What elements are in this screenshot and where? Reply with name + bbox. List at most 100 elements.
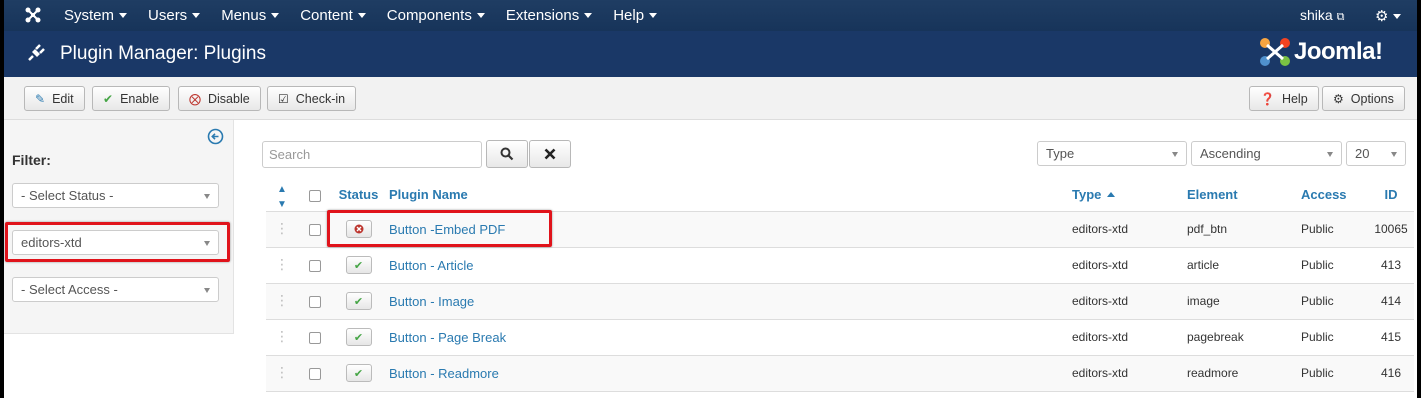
menu-content[interactable]: Content bbox=[300, 7, 366, 24]
status-toggle-enabled[interactable]: ✔ bbox=[345, 292, 372, 310]
caret-down-icon bbox=[119, 13, 128, 18]
menu-system[interactable]: System bbox=[64, 7, 128, 24]
element-header[interactable]: Element bbox=[1187, 179, 1301, 212]
plugin-id: 415 bbox=[1368, 319, 1414, 356]
list-limit-select[interactable]: 20 bbox=[1346, 141, 1406, 166]
plugin-access: Public bbox=[1301, 211, 1368, 248]
question-icon: ❓ bbox=[1260, 91, 1275, 106]
menu-help[interactable]: Help bbox=[613, 7, 658, 24]
joomla-logo-icon bbox=[1260, 38, 1290, 66]
plugin-id: 414 bbox=[1368, 283, 1414, 320]
row-checkbox[interactable] bbox=[309, 331, 321, 344]
plugin-element: pdf_btn bbox=[1187, 211, 1301, 248]
row-checkbox[interactable] bbox=[309, 367, 321, 380]
caret-down-icon bbox=[357, 13, 366, 18]
checkin-button[interactable]: ☑ Check-in bbox=[267, 86, 357, 111]
check-icon: ✔ bbox=[353, 259, 364, 272]
disable-button[interactable]: ⨂ Disable bbox=[178, 86, 261, 111]
filter-label: Filter: bbox=[12, 152, 51, 168]
drag-handle-icon: ⋮ bbox=[275, 328, 289, 344]
table-row: ⋮ ✔ Button - Article editors-xtd article… bbox=[266, 247, 1414, 284]
type-header[interactable]: Type bbox=[1072, 179, 1187, 212]
enable-button[interactable]: ✔ Enable bbox=[92, 86, 170, 111]
gear-icon: ⚙ bbox=[1375, 8, 1389, 25]
plugin-type: editors-xtd bbox=[1072, 319, 1187, 356]
edit-icon: ✎ bbox=[35, 91, 46, 106]
plugin-name-link[interactable]: Button - Article bbox=[389, 258, 474, 273]
help-button[interactable]: ❓ Help bbox=[1249, 86, 1319, 111]
status-toggle-enabled[interactable]: ✔ bbox=[345, 256, 372, 274]
plugin-type: editors-xtd bbox=[1072, 355, 1187, 392]
access-header[interactable]: Access bbox=[1301, 179, 1368, 212]
toolbar: ✎ Edit ✔ Enable ⨂ Disable ☑ Check-in ❓ Help ⚙… bbox=[4, 77, 1417, 120]
search-button[interactable] bbox=[486, 140, 528, 168]
drag-handle[interactable]: ⋮ bbox=[266, 283, 298, 320]
clear-search-button[interactable] bbox=[529, 140, 571, 168]
options-button[interactable]: ⚙ Options bbox=[1322, 86, 1405, 111]
plugin-access: Public bbox=[1301, 283, 1368, 320]
search-input[interactable]: Search bbox=[262, 141, 482, 168]
row-checkbox[interactable] bbox=[309, 259, 321, 272]
sort-direction-select[interactable]: Ascending bbox=[1191, 141, 1342, 166]
drag-handle[interactable]: ⋮ bbox=[266, 355, 298, 392]
disable-circle-icon: ⨂ bbox=[189, 91, 201, 106]
status-filter-select[interactable]: - Select Status - bbox=[12, 183, 219, 208]
table-row: ⋮ ✔ Button - Image editors-xtd image Pub… bbox=[266, 283, 1414, 320]
drag-handle[interactable]: ⋮ bbox=[266, 319, 298, 356]
plugin-name-header[interactable]: Plugin Name bbox=[385, 179, 1072, 212]
table-row: ⋮ ✔ Button - Page Break editors-xtd page… bbox=[266, 319, 1414, 356]
menu-users[interactable]: Users bbox=[148, 7, 201, 24]
username: shika bbox=[1300, 7, 1333, 23]
row-checkbox[interactable] bbox=[309, 295, 321, 308]
edit-button[interactable]: ✎ Edit bbox=[24, 86, 85, 111]
check-icon: ✔ bbox=[353, 367, 364, 380]
plugin-id: 416 bbox=[1368, 355, 1414, 392]
menu-components[interactable]: Components bbox=[387, 7, 485, 24]
check-all-checkbox[interactable] bbox=[309, 189, 321, 202]
plugin-name-link[interactable]: Button - Page Break bbox=[389, 330, 506, 345]
caret-down-icon bbox=[649, 13, 658, 18]
checkbox-icon: ☑ bbox=[278, 91, 289, 106]
drag-handle-icon: ⋮ bbox=[275, 292, 289, 308]
drag-handle[interactable]: ⋮ bbox=[266, 247, 298, 284]
ordering-header[interactable]: ▲ ▼ bbox=[266, 179, 298, 212]
gear-icon: ⚙ bbox=[1333, 91, 1344, 106]
plugin-id: 413 bbox=[1368, 247, 1414, 284]
menu-extensions[interactable]: Extensions bbox=[506, 7, 593, 24]
plugin-type: editors-xtd bbox=[1072, 283, 1187, 320]
drag-handle-icon: ⋮ bbox=[275, 364, 289, 380]
plug-icon bbox=[28, 44, 45, 61]
caret-down-icon bbox=[271, 13, 280, 18]
title-bar: Plugin Manager: Plugins Joomla! bbox=[4, 31, 1417, 77]
plugin-element: article bbox=[1187, 247, 1301, 284]
drag-handle[interactable]: ⋮ bbox=[266, 211, 298, 248]
plugin-name-link[interactable]: Button - Readmore bbox=[389, 366, 499, 381]
status-toggle-enabled[interactable]: ✔ bbox=[345, 328, 372, 346]
id-header[interactable]: ID bbox=[1368, 179, 1414, 212]
main-menu: System Users Menus Content Components Ex… bbox=[64, 0, 678, 31]
sort-field-select[interactable]: Type bbox=[1037, 141, 1187, 166]
check-icon: ✔ bbox=[353, 295, 364, 308]
plugin-access: Public bbox=[1301, 319, 1368, 356]
joomla-small-icon[interactable] bbox=[24, 6, 42, 24]
plugin-element: image bbox=[1187, 283, 1301, 320]
caret-down-icon bbox=[1393, 14, 1402, 19]
arrow-left-circle-icon[interactable] bbox=[207, 128, 224, 145]
check-all-header[interactable] bbox=[298, 179, 332, 212]
status-header[interactable]: Status bbox=[332, 179, 385, 212]
access-filter-select[interactable]: - Select Access - bbox=[12, 277, 219, 302]
row-checkbox[interactable] bbox=[309, 223, 321, 236]
plugin-access: Public bbox=[1301, 247, 1368, 284]
dropdown-arrow-icon bbox=[1391, 152, 1397, 157]
plugin-id: 10065 bbox=[1368, 211, 1414, 248]
close-icon bbox=[544, 148, 556, 160]
status-toggle-enabled[interactable]: ✔ bbox=[345, 364, 372, 382]
dropdown-arrow-icon bbox=[1327, 152, 1333, 157]
user-menu[interactable]: shika ⧉ bbox=[1300, 7, 1344, 24]
menu-menus[interactable]: Menus bbox=[221, 7, 280, 24]
plugin-name-link[interactable]: Button - Image bbox=[389, 294, 474, 309]
highlight-embed-pdf-row bbox=[327, 210, 552, 247]
sort-ascending-icon bbox=[1107, 192, 1116, 198]
settings-menu[interactable]: ⚙ bbox=[1375, 7, 1402, 25]
browser-viewport: System Users Menus Content Components Ex… bbox=[4, 0, 1417, 398]
